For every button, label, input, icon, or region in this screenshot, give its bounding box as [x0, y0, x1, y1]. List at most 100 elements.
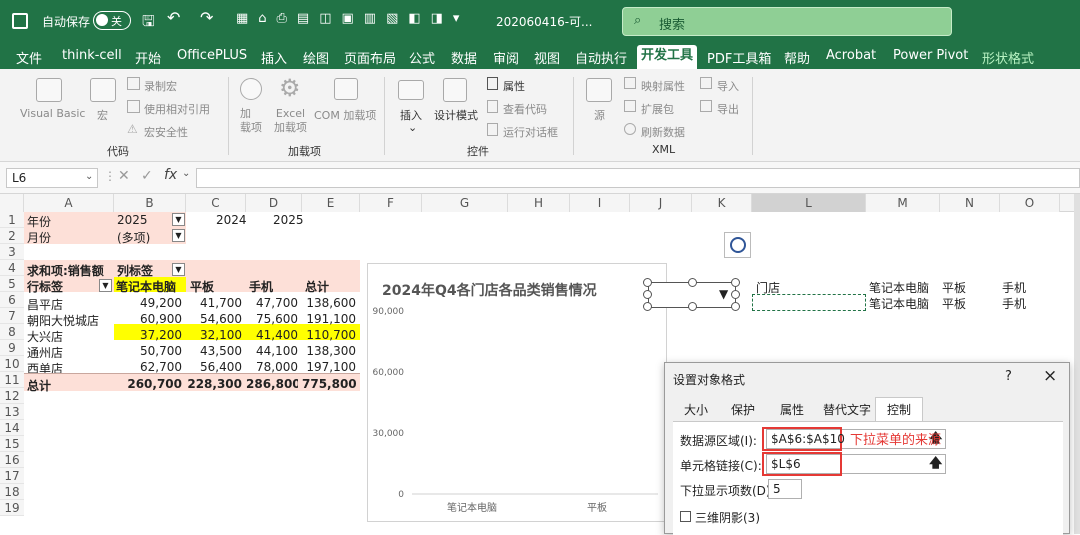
resize-handle[interactable] [731, 302, 740, 311]
cell-e1[interactable]: 2025 [273, 213, 304, 227]
xml-export-button[interactable]: 导出 [717, 101, 739, 117]
macro-button[interactable]: 宏 [97, 107, 108, 123]
tab-control[interactable]: 控制 [887, 401, 911, 418]
xml-import-button[interactable]: 导入 [717, 78, 739, 94]
chevron-down-icon[interactable]: ▼ [172, 263, 185, 276]
tab-insert[interactable]: 插入 [261, 48, 287, 67]
chevron-down-icon[interactable]: ⌄ [182, 168, 190, 179]
tab-acrobat[interactable]: Acrobat [826, 48, 876, 63]
visual-basic-button[interactable]: Visual Basic [20, 107, 85, 120]
tab-automate[interactable]: 自动执行 [575, 48, 627, 67]
row-header[interactable]: 3 [0, 244, 24, 260]
column-header[interactable]: H [508, 194, 570, 212]
tab-review[interactable]: 审阅 [493, 48, 519, 67]
resize-handle[interactable] [643, 278, 652, 287]
filter-icon[interactable]: ▼ [172, 229, 185, 242]
com-addins-button[interactable]: COM 加载项 [314, 107, 376, 123]
row-header[interactable]: 13 [0, 404, 24, 420]
row-header[interactable]: 17 [0, 468, 24, 484]
cell-a1[interactable]: 年份 [27, 213, 51, 230]
chevron-down-icon[interactable]: ▼ [99, 279, 112, 292]
row-header[interactable]: 15 [0, 436, 24, 452]
tab-officeplus[interactable]: OfficePLUS [177, 48, 247, 63]
column-header[interactable]: I [570, 194, 630, 212]
tab-home[interactable]: 开始 [135, 48, 161, 67]
tab-protection[interactable]: 保护 [731, 401, 755, 418]
cell-m6[interactable]: 笔记本电脑 [869, 295, 929, 312]
cell-b2[interactable]: (多项) [117, 229, 150, 246]
excel-addins-button[interactable]: Excel 加载项 [274, 107, 307, 135]
cell-a2[interactable]: 月份 [27, 229, 51, 246]
view-code-button[interactable]: 查看代码 [503, 101, 547, 117]
row-header[interactable]: 6 [0, 292, 24, 308]
insert-dropdown-icon[interactable]: ⌄ [408, 121, 417, 134]
options-icon[interactable]: ⋮ [104, 169, 116, 183]
cell-b1[interactable]: 2025 [117, 213, 148, 227]
tab-developer[interactable]: 开发工具 [637, 45, 698, 69]
design-mode-button[interactable]: 设计模式 [434, 107, 478, 123]
row-header[interactable]: 10 [0, 356, 24, 372]
column-header[interactable]: O [1000, 194, 1060, 212]
expansion-packs-button[interactable]: 扩展包 [641, 101, 674, 117]
tab-help[interactable]: 帮助 [784, 48, 810, 67]
resize-handle[interactable] [731, 278, 740, 287]
row-header[interactable]: 8 [0, 324, 24, 340]
select-all-corner[interactable] [0, 194, 24, 212]
record-macro-button[interactable]: 录制宏 [144, 78, 177, 94]
cell-o5[interactable]: 手机 [1002, 279, 1026, 296]
insert-function-icon[interactable]: fx [164, 167, 177, 183]
enter-icon[interactable]: ✓ [141, 168, 153, 184]
column-header[interactable]: M [866, 194, 940, 212]
resize-handle[interactable] [643, 302, 652, 311]
autosave-toggle[interactable]: 关 [93, 11, 131, 30]
help-button[interactable]: ? [1005, 369, 1012, 384]
properties-button[interactable]: 属性 [503, 78, 525, 94]
row-header[interactable]: 4 [0, 260, 24, 276]
row-header[interactable]: 11 [0, 372, 24, 388]
chevron-down-icon[interactable]: ▼ [719, 287, 728, 301]
map-properties-button[interactable]: 映射属性 [641, 78, 685, 94]
name-box[interactable]: L6 ⌄ [6, 168, 98, 188]
tab-formulas[interactable]: 公式 [409, 48, 435, 67]
column-header[interactable]: F [360, 194, 422, 212]
run-dialog-button[interactable]: 运行对话框 [503, 124, 558, 140]
dropdown-lines-input[interactable]: 5 [768, 479, 802, 499]
tab-think-cell[interactable]: think-cell [62, 48, 122, 63]
column-header[interactable]: J [630, 194, 692, 212]
column-header[interactable]: K [692, 194, 752, 212]
resize-handle[interactable] [731, 290, 740, 299]
filter-icon[interactable]: ▼ [172, 213, 185, 226]
macro-security-button[interactable]: 宏安全性 [144, 124, 188, 140]
cell-d1[interactable]: 2024 [216, 213, 247, 227]
row-header[interactable]: 5 [0, 276, 24, 292]
tab-page-layout[interactable]: 页面布局 [344, 48, 396, 67]
resize-handle[interactable] [688, 278, 697, 287]
tab-pdf-tools[interactable]: PDF工具箱 [707, 48, 771, 67]
tab-alt-text[interactable]: 替代文字 [823, 401, 871, 418]
row-header[interactable]: 19 [0, 500, 24, 516]
tab-data[interactable]: 数据 [451, 48, 477, 67]
row-header[interactable]: 16 [0, 452, 24, 468]
row-header[interactable]: 12 [0, 388, 24, 404]
quick-access-icons[interactable]: ▦⌂⎙▤◫▣▥▧◧◨▾ [236, 11, 469, 26]
tab-size[interactable]: 大小 [684, 401, 708, 418]
undo-icon[interactable]: ↶ [167, 8, 180, 27]
row-header[interactable]: 1 [0, 212, 24, 228]
cell-n6[interactable]: 平板 [942, 295, 966, 312]
formula-input[interactable] [196, 168, 1080, 188]
column-header[interactable]: C [186, 194, 246, 212]
resize-handle[interactable] [643, 290, 652, 299]
chart-field-button[interactable] [724, 232, 751, 258]
row-header[interactable]: 2 [0, 228, 24, 244]
tab-power-pivot[interactable]: Power Pivot [893, 48, 968, 63]
3d-shading-checkbox[interactable] [680, 511, 691, 522]
cell-l6-selected[interactable] [752, 294, 866, 311]
addins-button[interactable]: 加载项 [240, 107, 262, 135]
column-header[interactable]: D [246, 194, 302, 212]
column-header[interactable]: N [940, 194, 1000, 212]
cell-o6[interactable]: 手机 [1002, 295, 1026, 312]
relative-reference-button[interactable]: 使用相对引用 [144, 101, 210, 117]
row-header[interactable]: 14 [0, 420, 24, 436]
save-icon[interactable]: 🖫 [142, 11, 155, 36]
column-header[interactable]: G [422, 194, 508, 212]
